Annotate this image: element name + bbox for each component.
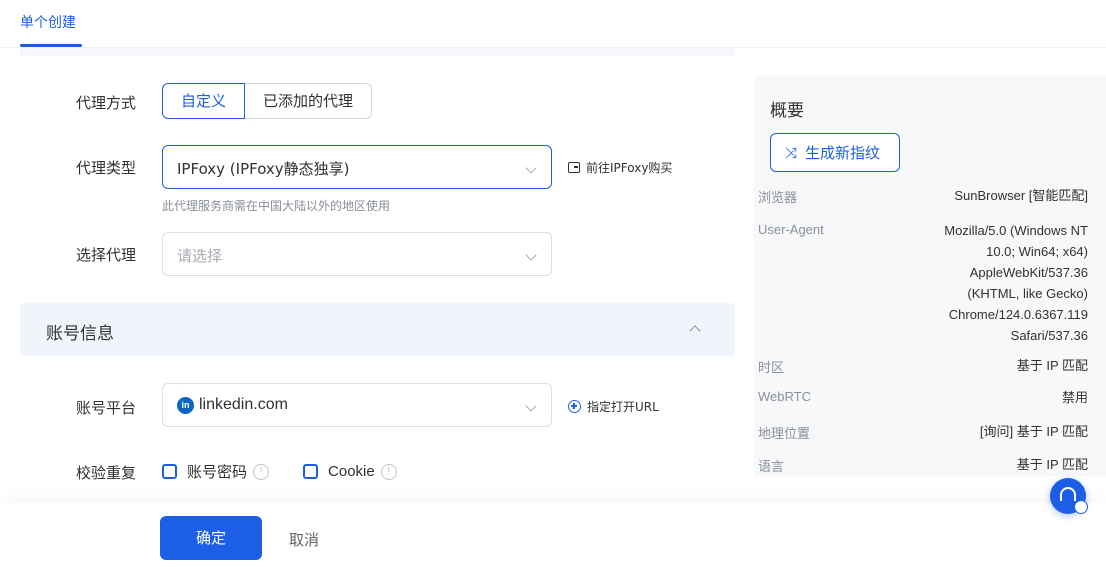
summary-panel: 概要 ⤨ 生成新指纹 浏览器 SunBrowser [智能匹配] User-Ag… [754,76,1106,476]
create-profile-page: 单个创建 代理方式 自定义 已添加的代理 代理类型 IPFoxy (IPFoxy… [0,0,1106,567]
user-agent-line: AppleWebKit/537.36 [969,265,1088,280]
dedupe-options: 账号密码 ! Cookie ! [162,461,431,482]
select-proxy-label: 选择代理 [75,246,136,264]
checkbox[interactable] [303,464,319,479]
summary-key-geolocation: 地理位置 [758,426,811,441]
buy-proxy-link[interactable]: 前往IPFoxy购买 [568,159,672,176]
specify-url-link[interactable]: 指定打开URL [568,398,659,415]
summary-title: 概要 [770,101,804,121]
info-icon[interactable]: ! [253,463,270,480]
proxy-mode-custom-option[interactable]: 自定义 [162,83,246,119]
support-chat-button[interactable] [1050,478,1088,514]
user-agent-line: Chrome/124.0.6367.119 [948,307,1088,322]
chevron-down-icon [525,162,537,174]
account-platform-value: linkedin.com [199,396,288,413]
tab-bar: 单个创建 [0,0,1106,48]
tab-single-create[interactable]: 单个创建 [20,12,76,32]
dedupe-cookie-checkbox[interactable]: Cookie ! [303,463,397,480]
arrow-badge-icon [1074,500,1088,514]
external-link-icon [568,162,580,173]
section-strip [20,48,735,56]
summary-value-browser: SunBrowser [智能匹配] [954,188,1088,203]
summary-value-language: 基于 IP 匹配 [1016,457,1088,472]
generate-fingerprint-button[interactable]: ⤨ 生成新指纹 [770,133,900,172]
chevron-down-icon [525,400,537,412]
summary-value-user-agent: Mozilla/5.0 (Windows NT 10.0; Win64; x64… [888,220,1088,346]
buy-proxy-link-text: 前往IPFoxy购买 [586,161,673,175]
proxy-type-label: 代理类型 [75,159,136,177]
headset-icon [1060,487,1076,501]
summary-key-user-agent: User-Agent [758,222,824,237]
user-agent-line: Safari/537.36 [1010,328,1088,343]
proxy-type-value: IPFoxy (IPFoxy静态独享) [177,160,350,178]
account-info-title: 账号信息 [46,324,114,344]
dedupe-password-checkbox[interactable]: 账号密码 ! [162,461,270,482]
proxy-mode-label: 代理方式 [75,94,136,112]
cancel-button[interactable]: 取消 [289,529,319,550]
dedupe-cookie-label: Cookie [328,463,375,480]
proxy-mode-saved-option[interactable]: 已添加的代理 [245,83,373,119]
form-footer: 确定 取消 [0,503,1106,567]
select-proxy-dropdown[interactable]: 请选择 [162,232,552,276]
user-agent-line: (KHTML, like Gecko) [967,286,1088,301]
account-platform-select[interactable]: in linkedin.com [162,383,552,427]
dedupe-label: 校验重复 [75,464,136,482]
proxy-type-hint: 此代理服务商需在中国大陆以外的地区使用 [162,199,391,213]
summary-value-timezone: 基于 IP 匹配 [1016,358,1088,373]
generate-fingerprint-label: 生成新指纹 [805,144,881,162]
specify-url-link-text: 指定打开URL [587,400,659,414]
summary-key-timezone: 时区 [758,360,785,375]
chevron-down-icon [525,249,537,261]
info-icon[interactable]: ! [380,463,397,480]
dedupe-password-label: 账号密码 [187,463,248,481]
proxy-type-select[interactable]: IPFoxy (IPFoxy静态独享) [162,145,552,189]
tab-active-indicator [20,44,82,47]
proxy-mode-segmented: 自定义 已添加的代理 [162,83,373,119]
account-platform-label: 账号平台 [75,399,136,417]
user-agent-line: 10.0; Win64; x64) [986,244,1088,259]
plus-circle-icon [568,400,581,413]
checkbox[interactable] [162,464,177,479]
summary-value-webrtc: 禁用 [1061,390,1088,405]
linkedin-logo-icon: in [177,397,194,414]
summary-key-webrtc: WebRTC [758,389,811,404]
user-agent-line: Mozilla/5.0 (Windows NT [944,223,1088,238]
summary-key-browser: 浏览器 [758,190,798,205]
account-info-section-header[interactable]: 账号信息 [20,303,735,356]
confirm-button[interactable]: 确定 [160,516,262,560]
summary-key-language: 语言 [758,459,785,474]
chevron-up-icon[interactable] [689,325,701,337]
summary-value-geolocation: [询问] 基于 IP 匹配 [979,424,1088,439]
shuffle-icon: ⤨ [785,143,798,162]
select-proxy-placeholder: 请选择 [177,247,223,265]
